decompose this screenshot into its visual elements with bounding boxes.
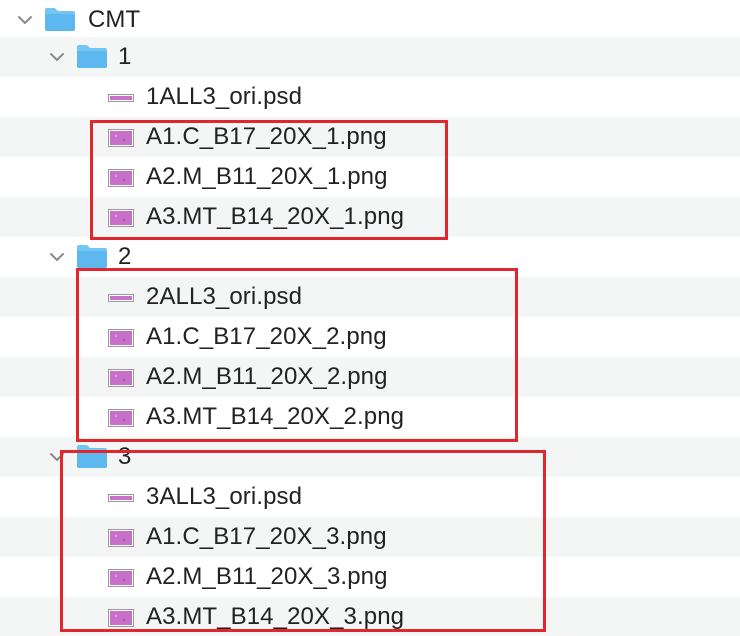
tree-row-folder-2[interactable]: 2: [0, 237, 740, 277]
folder-icon: [44, 6, 76, 32]
tree-row-file[interactable]: A3.MT_B14_20X_1.png: [0, 197, 740, 237]
tree-row-root[interactable]: CMT: [0, 0, 740, 40]
file-name: A3.MT_B14_20X_3.png: [146, 602, 405, 630]
psd-thumbnail-icon: [108, 487, 134, 507]
folder-name: 1: [118, 43, 132, 70]
file-name: 1ALL3_ori.psd: [146, 83, 303, 110]
png-thumbnail-icon: [108, 167, 134, 187]
folder-name: 2: [118, 243, 132, 270]
tree-row-folder-3[interactable]: 3: [0, 437, 740, 477]
file-name: A2.M_B11_20X_1.png: [146, 163, 388, 190]
psd-thumbnail-icon: [108, 287, 134, 307]
file-name: A3.MT_B14_20X_1.png: [146, 203, 405, 230]
file-name: A1.C_B17_20X_2.png: [146, 323, 387, 350]
png-thumbnail-icon: [108, 527, 134, 547]
psd-thumbnail-icon: [108, 87, 134, 107]
file-name: 3ALL3_ori.psd: [146, 483, 303, 510]
tree-row-file[interactable]: A1.C_B17_20X_1.png: [0, 117, 740, 157]
png-thumbnail-icon: [108, 127, 134, 147]
png-thumbnail-icon: [108, 327, 134, 347]
file-name: A1.C_B17_20X_1.png: [146, 123, 387, 150]
file-name: A2.M_B11_20X_3.png: [146, 563, 388, 590]
tree-row-file[interactable]: A3.MT_B14_20X_2.png: [0, 397, 740, 437]
tree-row-folder-1[interactable]: 1: [0, 37, 740, 77]
png-thumbnail-icon: [108, 367, 134, 387]
file-name: A1.C_B17_20X_3.png: [146, 523, 387, 550]
tree-row-file[interactable]: A2.M_B11_20X_3.png: [0, 557, 740, 597]
chevron-down-icon[interactable]: [46, 446, 68, 468]
folder-name: 3: [118, 443, 132, 470]
folder-icon: [76, 443, 108, 469]
tree-row-file[interactable]: 2ALL3_ori.psd: [0, 277, 740, 317]
chevron-down-icon[interactable]: [46, 246, 68, 268]
chevron-down-icon[interactable]: [14, 9, 36, 31]
tree-row-file[interactable]: 3ALL3_ori.psd: [0, 477, 740, 517]
png-thumbnail-icon: [108, 607, 134, 627]
file-name: A3.MT_B14_20X_2.png: [146, 403, 405, 430]
tree-row-file[interactable]: 1ALL3_ori.psd: [0, 77, 740, 117]
chevron-down-icon[interactable]: [46, 46, 68, 68]
png-thumbnail-icon: [108, 567, 134, 587]
png-thumbnail-icon: [108, 207, 134, 227]
tree-row-file[interactable]: A1.C_B17_20X_3.png: [0, 517, 740, 557]
file-name: 2ALL3_ori.psd: [146, 283, 303, 310]
tree-row-file[interactable]: A1.C_B17_20X_2.png: [0, 317, 740, 357]
folder-name-root: CMT: [88, 6, 141, 33]
folder-icon: [76, 243, 108, 269]
file-tree: CMT 1 1ALL3_ori.psd A1.C_B17_20X_1.png A…: [0, 0, 740, 636]
tree-row-file[interactable]: A2.M_B11_20X_1.png: [0, 157, 740, 197]
png-thumbnail-icon: [108, 407, 134, 427]
tree-row-file[interactable]: A3.MT_B14_20X_3.png: [0, 597, 740, 636]
file-name: A2.M_B11_20X_2.png: [146, 363, 388, 390]
folder-icon: [76, 43, 108, 69]
tree-row-file[interactable]: A2.M_B11_20X_2.png: [0, 357, 740, 397]
